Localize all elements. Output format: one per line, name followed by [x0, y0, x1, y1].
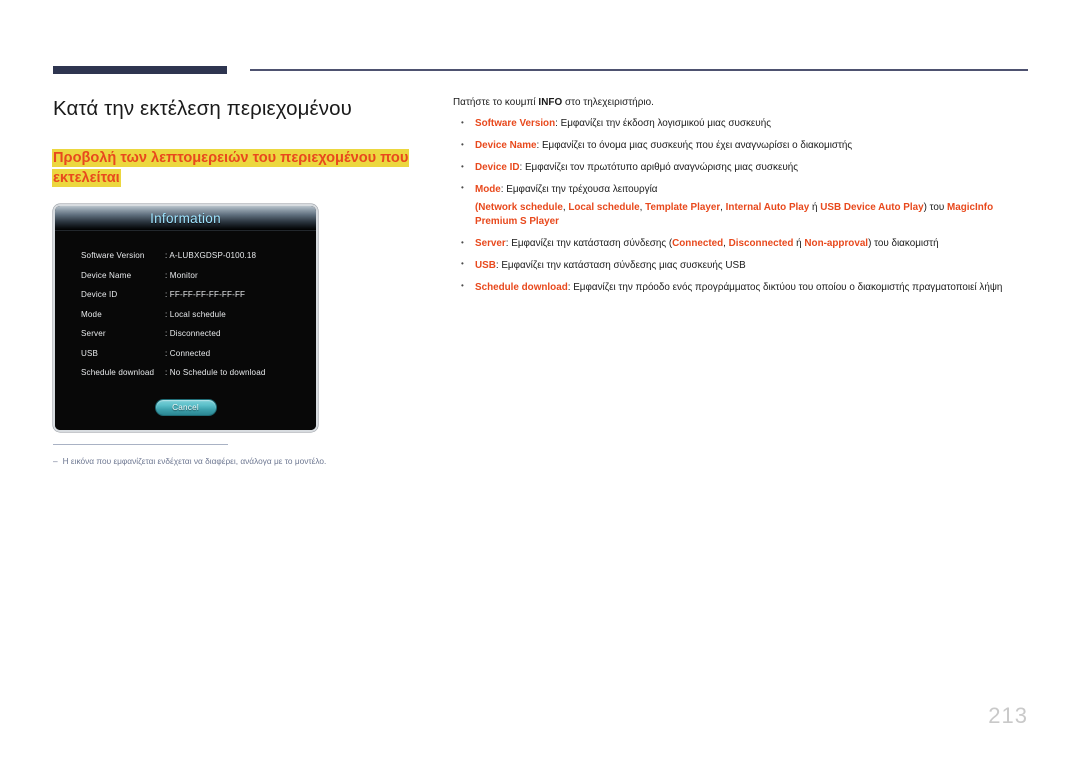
header-rule: [53, 64, 1028, 76]
term-label: Device ID: [475, 162, 520, 174]
list-item: Server: Εμφανίζει την κατάσταση σύνδεσης…: [453, 237, 1031, 251]
mode-option: Template Player: [645, 201, 721, 213]
row-label: Schedule download: [81, 368, 155, 378]
list-item: Software Version: Εμφανίζει την έκδοση λ…: [453, 117, 1031, 131]
row-label: Software Version: [81, 251, 145, 261]
row-label: Mode: [81, 309, 102, 319]
row-value: : No Schedule to download: [165, 368, 266, 378]
row-value: : Connected: [165, 348, 211, 358]
section-subtitle-line-2: εκτελείται: [53, 170, 120, 187]
header-rule-thick-bar: [53, 66, 227, 74]
row-value: : Disconnected: [165, 329, 221, 339]
term-label: Software Version: [475, 118, 556, 130]
intro-paragraph: Πατήστε το κουμπί INFO στο τηλεχειριστήρ…: [453, 96, 1031, 110]
term-description-b: ) του διακομιστή: [868, 238, 939, 250]
intro-text-after: στο τηλεχειριστήριο.: [562, 97, 654, 108]
feature-list: Software Version: Εμφανίζει την έκδοση λ…: [453, 117, 1031, 295]
manual-page: { "page": { "number": "213", "heading": …: [0, 0, 1080, 763]
list-item: Schedule download: Εμφανίζει την πρόοδο …: [453, 280, 1031, 295]
table-row: Device ID : FF-FF-FF-FF-FF-FF: [55, 285, 316, 305]
server-state: Non-approval: [804, 238, 869, 250]
footnote: – Η εικόνα που εμφανίζεται ενδέχεται να …: [53, 455, 433, 467]
section-subtitle: Προβολή των λεπτομερειών του περιεχομένο…: [53, 148, 430, 189]
right-column: Πατήστε το κουμπί INFO στο τηλεχειριστήρ…: [453, 96, 1031, 303]
mode-options-line: (Network schedule, Local schedule, Templ…: [475, 201, 1031, 230]
row-value: : Monitor: [165, 270, 198, 280]
list-item: Mode: Εμφανίζει την τρέχουσα λειτουργία …: [453, 182, 1031, 230]
table-row: Device Name : Monitor: [55, 266, 316, 286]
row-label: Device ID: [81, 290, 118, 300]
header-rule-thin-line: [250, 69, 1028, 71]
table-row: Software Version : A-LUBXGDSP-0100.18: [55, 246, 316, 266]
or-conjunction: ή: [809, 201, 821, 213]
section-subtitle-line-1: Προβολή των λεπτομερειών του περιεχομένο…: [53, 149, 409, 166]
page-title: Κατά την εκτέλεση περιεχομένου: [53, 97, 352, 120]
or-conjunction: ή: [793, 238, 805, 250]
table-row: Mode : Local schedule: [55, 305, 316, 325]
list-item: Device Name: Εμφανίζει το όνομα μιας συσ…: [453, 139, 1031, 153]
server-state: Disconnected: [728, 238, 794, 250]
term-label: Server: [475, 238, 506, 250]
close-paren: ) του: [923, 201, 948, 213]
term-description: : Εμφανίζει την τρέχουσα λειτουργία: [500, 183, 658, 195]
osd-screenshot: Information Software Version : A-LUBXGDS…: [53, 204, 318, 432]
footnote-block: – Η εικόνα που εμφανίζεται ενδέχεται να …: [53, 444, 433, 468]
row-label: Server: [81, 329, 106, 339]
term-label: Schedule download: [475, 281, 568, 293]
dialog-footer: Cancel: [55, 383, 316, 430]
mode-option: Network schedule: [478, 201, 563, 213]
dialog-title-bar: Information: [55, 206, 316, 232]
term-description: : Εμφανίζει την κατάσταση σύνδεσης μιας …: [495, 259, 746, 271]
term-description: : Εμφανίζει το όνομα μιας συσκευής που έ…: [536, 140, 853, 152]
row-value: : Local schedule: [165, 309, 226, 319]
page-number: 213: [988, 703, 1028, 728]
server-state: Connected: [672, 238, 724, 250]
list-item: Device ID: Εμφανίζει τον πρωτότυπο αριθμ…: [453, 161, 1031, 175]
list-item: USB: Εμφανίζει την κατάσταση σύνδεσης μι…: [453, 258, 1031, 273]
footnote-dash: –: [53, 456, 58, 467]
row-value: : A-LUBXGDSP-0100.18: [165, 251, 257, 261]
info-button-keyword: INFO: [538, 97, 563, 108]
row-label: USB: [81, 348, 99, 358]
table-row: Server : Disconnected: [55, 324, 316, 344]
mode-option: Local schedule: [568, 201, 640, 213]
dialog-body: Software Version : A-LUBXGDSP-0100.18 De…: [55, 231, 316, 430]
information-dialog: Information Software Version : A-LUBXGDS…: [53, 204, 318, 432]
cancel-button-label: Cancel: [172, 402, 199, 412]
table-row: USB : Connected: [55, 344, 316, 364]
cancel-button[interactable]: Cancel: [154, 398, 217, 416]
term-description: : Εμφανίζει την πρόοδο ενός προγράμματος…: [567, 281, 1003, 293]
mode-option: USB Device Auto Play: [820, 201, 924, 213]
term-label: Mode: [475, 183, 501, 195]
term-description: : Εμφανίζει τον πρωτότυπο αριθμό αναγνώρ…: [519, 162, 799, 174]
row-label: Device Name: [81, 270, 132, 280]
intro-text-before: Πατήστε το κουμπί: [453, 97, 539, 108]
left-column: Κατά την εκτέλεση περιεχομένου Προβολή τ…: [53, 96, 433, 432]
dialog-title: Information: [150, 210, 221, 226]
row-value: : FF-FF-FF-FF-FF-FF: [165, 290, 246, 300]
term-description: : Εμφανίζει την έκδοση λογισμικού μιας σ…: [555, 118, 771, 130]
mode-option: Internal Auto Play: [725, 201, 810, 213]
table-row: Schedule download : No Schedule to downl…: [55, 363, 316, 383]
term-description-a: : Εμφανίζει την κατάσταση σύνδεσης (: [505, 238, 673, 250]
footnote-divider: [53, 444, 228, 446]
footnote-text: Η εικόνα που εμφανίζεται ενδέχεται να δι…: [62, 456, 327, 467]
term-label: Device Name: [475, 140, 537, 152]
term-label: USB: [475, 259, 496, 271]
